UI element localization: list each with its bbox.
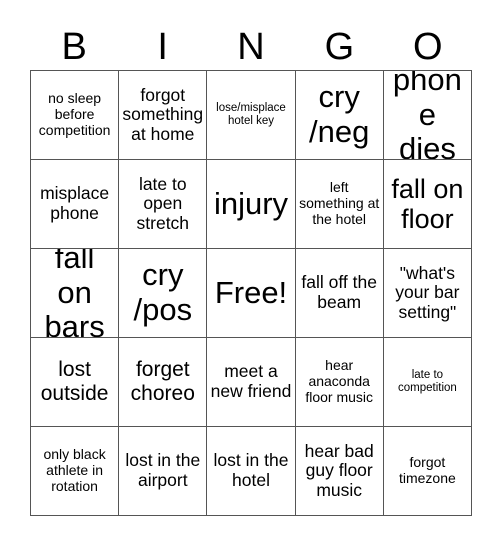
bingo-cell[interactable]: forgot timezone [383, 427, 472, 516]
bingo-cell-label: fall off the beam [301, 272, 377, 312]
bingo-cell-label: hear anaconda floor music [305, 357, 374, 405]
bingo-cell-label: forget choreo [130, 358, 195, 405]
header-letter-g: G [324, 26, 355, 68]
bingo-cell[interactable]: left something at the hotel [295, 160, 384, 249]
bingo-cell-label: cry /pos [133, 257, 193, 327]
bingo-cell[interactable]: hear bad guy floor music [295, 427, 384, 516]
bingo-cell[interactable]: misplace phone [31, 160, 120, 249]
bingo-cell-label: hear bad guy floor music [304, 440, 374, 500]
bingo-cell-label: lose/misplace hotel key [216, 102, 286, 127]
bingo-cell-label: lost in the airport [125, 450, 201, 490]
bingo-cell[interactable]: meet a new friend [207, 338, 296, 427]
bingo-cell[interactable]: lose/misplace hotel key [207, 71, 296, 160]
bingo-cell-label: no sleep before competition [38, 90, 111, 138]
bingo-cell[interactable]: lost outside [31, 338, 120, 427]
bingo-cell-label: "what's your bar setting" [395, 262, 460, 322]
bingo-cell-label: cry /neg [309, 79, 370, 149]
header-letter-b: B [61, 26, 87, 68]
bingo-cell-label: phone dies [392, 71, 462, 160]
bingo-cell[interactable]: cry /neg [295, 71, 384, 160]
bingo-cell-label: injury [213, 185, 289, 221]
bingo-cell[interactable]: cry /pos [119, 249, 208, 338]
bingo-grid: no sleep before competition forgot someth… [30, 70, 472, 516]
bingo-cell-label: forgot something at home [122, 84, 204, 144]
bingo-cell[interactable]: forget choreo [119, 338, 208, 427]
bingo-cell-label: misplace phone [40, 183, 110, 223]
bingo-cell-label: lost in the hotel [213, 450, 289, 490]
bingo-card: B I N G O no sleep before competition for… [0, 0, 500, 544]
bingo-cell-label: lost outside [40, 358, 109, 405]
header-letter-i: I [157, 26, 168, 68]
bingo-cell[interactable]: only black athlete in rotation [31, 427, 120, 516]
bingo-cell[interactable]: forgot something at home [119, 71, 208, 160]
bingo-cell-label: Free! [214, 274, 288, 310]
bingo-cell[interactable]: phone dies [383, 71, 472, 160]
bingo-cell[interactable]: lost in the hotel [207, 427, 296, 516]
bingo-free-space[interactable]: Free! [207, 249, 296, 338]
bingo-cell-label: fall on floor [391, 173, 464, 234]
bingo-cell[interactable]: fall off the beam [295, 249, 384, 338]
bingo-cell[interactable]: fall on bars [31, 249, 120, 338]
header-letter-n: N [237, 26, 265, 68]
bingo-cell-label: late to open stretch [136, 173, 190, 233]
bingo-cell-label: only black athlete in rotation [43, 446, 106, 494]
bingo-cell[interactable]: late to competition [383, 338, 472, 427]
bingo-cell-label: forgot timezone [398, 454, 456, 486]
bingo-cell-label: left something at the hotel [299, 179, 380, 227]
bingo-cell-label: fall on bars [44, 249, 105, 338]
bingo-cell[interactable]: "what's your bar setting" [383, 249, 472, 338]
bingo-cell-label: late to competition [397, 369, 457, 394]
bingo-cell-label: meet a new friend [210, 361, 292, 401]
bingo-cell[interactable]: hear anaconda floor music [295, 338, 384, 427]
header-letter-o: O [413, 26, 443, 68]
bingo-cell[interactable]: late to open stretch [119, 160, 208, 249]
bingo-cell[interactable]: no sleep before competition [31, 71, 120, 160]
bingo-cell[interactable]: fall on floor [383, 160, 472, 249]
bingo-header-row: B I N G O [30, 24, 472, 70]
bingo-cell[interactable]: lost in the airport [119, 427, 208, 516]
bingo-cell[interactable]: injury [207, 160, 296, 249]
